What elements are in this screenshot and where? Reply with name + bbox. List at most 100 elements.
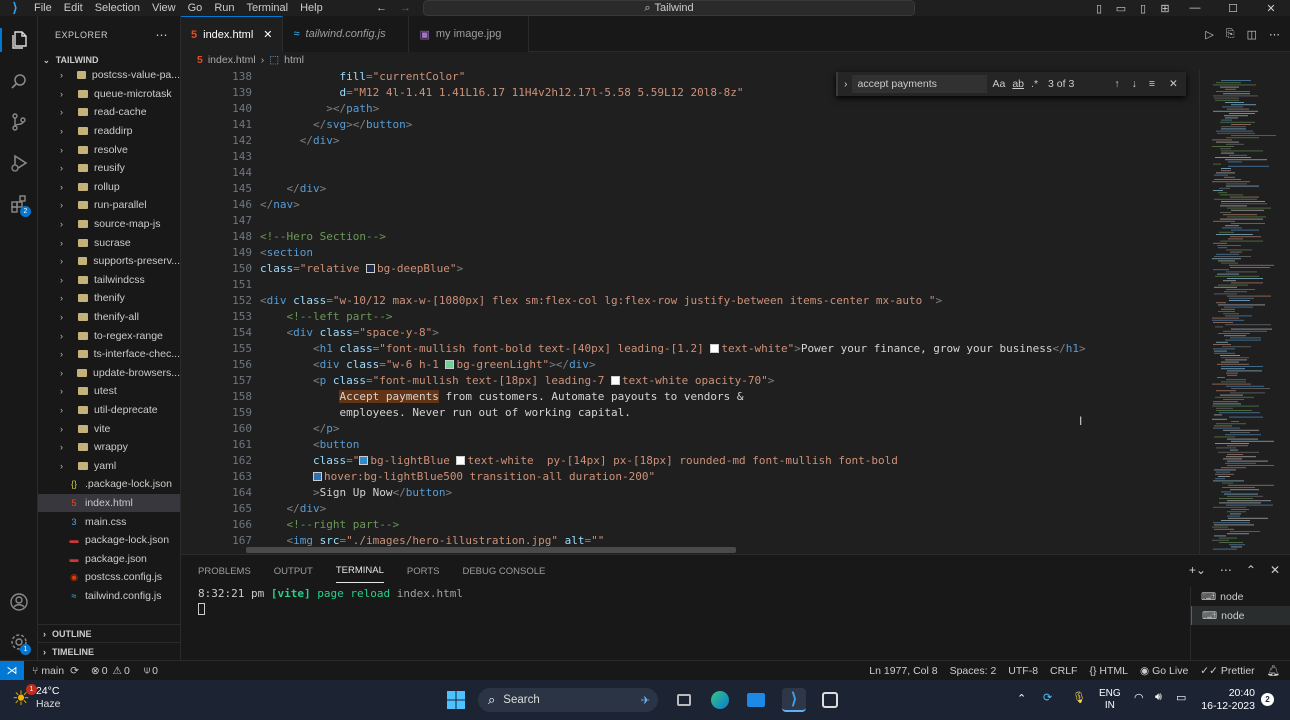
run-icon[interactable]: ▷ [1205, 28, 1213, 41]
language-indicator[interactable]: ENG IN [1099, 688, 1121, 712]
open-changes-icon[interactable]: ⎘ [1226, 28, 1235, 41]
notification-badge[interactable]: 2 [1261, 693, 1274, 706]
menu-go[interactable]: Go [182, 0, 209, 16]
error-count[interactable]: 0 [102, 665, 108, 677]
close-panel-icon[interactable]: ✕ [1270, 563, 1280, 577]
folder-item[interactable]: › vite [38, 419, 180, 438]
previous-match-arrow-icon[interactable]: ↑ [1114, 78, 1119, 90]
folder-item[interactable]: › rollup [38, 178, 180, 197]
prettier-button[interactable]: ✓✓ Prettier [1200, 665, 1254, 677]
wifi-icon[interactable]: ◠ [1134, 691, 1144, 704]
file-item[interactable]: ≈ tailwind.config.js [38, 587, 180, 606]
cursor-position[interactable]: Ln 1977, Col 8 [869, 665, 937, 677]
remote-indicator-icon[interactable]: ⋊ [0, 660, 24, 681]
folder-item[interactable]: › postcss-value-pa... [38, 66, 180, 85]
file-item[interactable]: {} .package-lock.json [38, 475, 180, 494]
breadcrumb-node[interactable]: html [284, 54, 304, 66]
source-control-icon[interactable] [7, 110, 31, 134]
go-live-button[interactable]: ◉ Go Live [1140, 665, 1188, 677]
tab-my-image[interactable]: ▣ my image.jpg [409, 16, 530, 52]
run-debug-icon[interactable] [7, 151, 31, 175]
file-item[interactable]: ▬ package.json [38, 549, 180, 568]
split-editor-icon[interactable]: ◫ [1247, 28, 1257, 41]
folder-item[interactable]: › thenify [38, 289, 180, 308]
new-terminal-plus-icon[interactable]: +⌄ [1189, 563, 1206, 577]
show-hidden-icons-chevron-up-icon[interactable]: ⌃ [1017, 692, 1026, 705]
folder-item[interactable]: › resolve [38, 140, 180, 159]
maximize-button[interactable]: ☐ [1214, 2, 1252, 15]
workspace-root[interactable]: ⌄ TAILWIND [38, 54, 180, 66]
panel-tab-problems[interactable]: PROBLEMS [198, 560, 251, 583]
folder-item[interactable]: › readdirp [38, 122, 180, 141]
toggle-secondary-sidebar-icon[interactable]: ▯ [1132, 2, 1154, 15]
file-item[interactable]: ◉ postcss.config.js [38, 568, 180, 587]
panel-tab-terminal[interactable]: TERMINAL [335, 559, 384, 583]
use-regex-icon[interactable]: .* [1031, 78, 1038, 90]
account-icon[interactable] [7, 590, 31, 614]
volume-icon[interactable]: 🔊︎ [1155, 691, 1162, 704]
encoding[interactable]: UTF-8 [1008, 665, 1038, 677]
horizontal-scrollbar[interactable] [246, 547, 736, 553]
folder-item[interactable]: › run-parallel [38, 196, 180, 215]
menu-edit[interactable]: Edit [58, 0, 89, 16]
minimize-button[interactable]: — [1176, 2, 1214, 14]
more-actions-icon[interactable]: ⋯ [156, 28, 169, 42]
line-ending[interactable]: CRLF [1050, 665, 1077, 677]
match-whole-word-icon[interactable]: ab [1012, 78, 1024, 90]
more-actions-icon[interactable]: ⋯ [1269, 28, 1280, 41]
folder-item[interactable]: › yaml [38, 456, 180, 475]
indentation[interactable]: Spaces: 2 [950, 665, 997, 677]
find-input[interactable]: accept payments [851, 75, 987, 93]
menu-view[interactable]: View [146, 0, 182, 16]
language-mode[interactable]: {} HTML [1089, 665, 1128, 677]
tab-tailwind-config[interactable]: ≈ tailwind.config.js [283, 16, 410, 52]
toggle-panel-icon[interactable]: ▭ [1110, 2, 1132, 15]
sync-icon[interactable]: ⟳ [70, 665, 79, 677]
folder-item[interactable]: › wrappy [38, 438, 180, 457]
folder-item[interactable]: › util-deprecate [38, 401, 180, 420]
snipping-tool-icon[interactable] [818, 688, 842, 712]
close-window-button[interactable]: ✕ [1252, 2, 1290, 15]
back-arrow-icon[interactable]: ← [376, 2, 387, 14]
microphone-icon[interactable]: 🎙︎ [1072, 691, 1086, 704]
explorer-icon[interactable] [0, 28, 38, 52]
file-item[interactable]: ▬ package-lock.json [38, 531, 180, 550]
tab-index-html[interactable]: 5 index.html ✕ [181, 16, 284, 52]
folder-item[interactable]: › queue-microtask [38, 85, 180, 104]
terminal-output[interactable]: 8:32:21 pm [vite] page reload index.html [181, 587, 1290, 615]
search-icon[interactable] [7, 70, 31, 94]
folder-item[interactable]: › thenify-all [38, 308, 180, 327]
menu-file[interactable]: File [28, 0, 58, 16]
next-match-arrow-icon[interactable]: ↓ [1132, 78, 1137, 90]
task-view-icon[interactable] [672, 688, 696, 712]
warning-count[interactable]: 0 [124, 665, 130, 677]
forward-arrow-icon[interactable]: → [400, 2, 411, 14]
panel-tab-debug-console[interactable]: DEBUG CONSOLE [462, 560, 545, 583]
menu-run[interactable]: Run [208, 0, 240, 16]
panel-tab-ports[interactable]: PORTS [407, 560, 440, 583]
match-case-icon[interactable]: Aa [993, 78, 1006, 90]
close-find-icon[interactable]: ✕ [1169, 78, 1178, 90]
panel-tab-output[interactable]: OUTPUT [274, 560, 313, 583]
maximize-panel-chevron-up-icon[interactable]: ⌃ [1246, 563, 1256, 577]
outline-section[interactable]: › OUTLINE [38, 624, 180, 642]
vscode-taskbar-icon[interactable]: ⟩ [782, 688, 806, 712]
menu-selection[interactable]: Selection [89, 0, 146, 16]
manage-gear-icon[interactable]: 1 [7, 630, 31, 655]
menu-help[interactable]: Help [294, 0, 329, 16]
folder-item[interactable]: › sucrase [38, 233, 180, 252]
folder-item[interactable]: › reusify [38, 159, 180, 178]
customize-layout-icon[interactable]: ⊞ [1154, 2, 1176, 15]
security-icon[interactable]: ⟳ [1043, 691, 1052, 704]
folder-item[interactable]: › update-browsers... [38, 364, 180, 383]
command-center[interactable]: ⌕ Tailwind [423, 0, 915, 16]
folder-item[interactable]: › tailwindcss [38, 271, 180, 290]
start-windows-icon[interactable] [444, 688, 468, 712]
edge-browser-icon[interactable] [708, 688, 732, 712]
folder-item[interactable]: › supports-preserv... [38, 252, 180, 271]
terminal-item[interactable]: ⌨ node [1191, 587, 1290, 606]
menu-terminal[interactable]: Terminal [241, 0, 295, 16]
folder-item[interactable]: › source-map-js [38, 215, 180, 234]
timeline-section[interactable]: › TIMELINE [38, 642, 180, 660]
taskbar-search[interactable]: ⌕ Search ✈ [478, 688, 658, 712]
